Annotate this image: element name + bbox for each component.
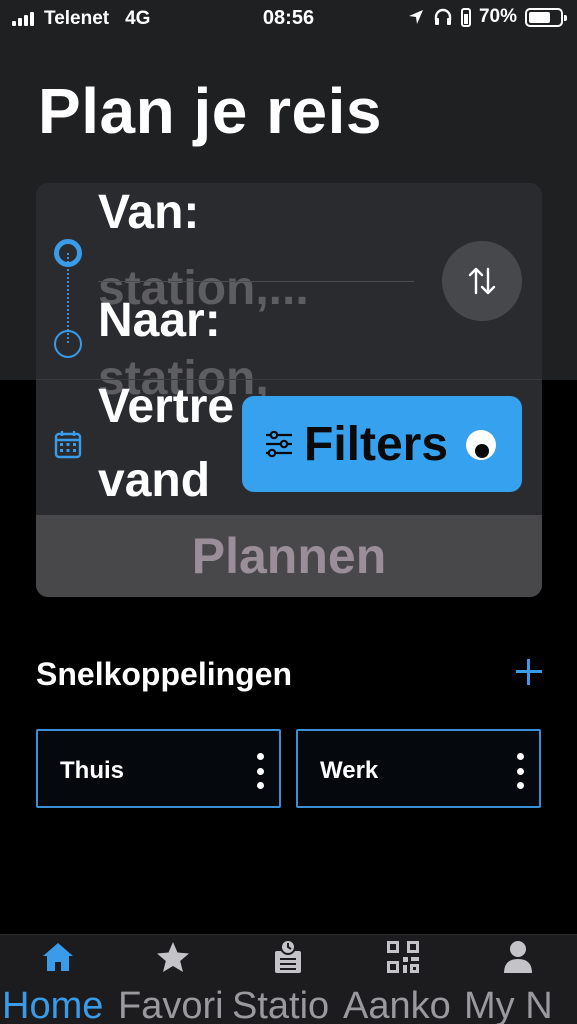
shortcut-label: Werk <box>320 757 379 784</box>
add-shortcut-button[interactable] <box>512 655 546 689</box>
tab-label: Aanko <box>343 985 451 1024</box>
tab-label: Statio <box>232 985 330 1024</box>
status-right: 70% <box>407 6 567 28</box>
from-circle-icon <box>54 239 82 267</box>
from-label: Van: <box>98 186 200 239</box>
plan-button[interactable]: Plannen <box>36 515 542 597</box>
sliders-icon <box>266 430 292 458</box>
tab-home[interactable]: Home <box>0 935 115 1024</box>
battery-small-icon <box>460 8 471 27</box>
station-icon <box>269 937 307 977</box>
swap-stations-button[interactable] <box>442 241 522 321</box>
filters-indicator-icon <box>466 430 496 460</box>
tab-label: My N <box>464 985 553 1024</box>
swap-arrows-icon <box>468 267 496 295</box>
battery-percent: 70% <box>478 6 517 27</box>
departure-value[interactable]: vand <box>98 453 210 508</box>
tab-stations[interactable]: Statio <box>230 935 345 1024</box>
shortcut-label: Thuis <box>60 757 124 784</box>
tab-purchases[interactable]: Aanko <box>343 935 460 1024</box>
filters-label: Filters <box>304 417 449 471</box>
shortcut-card-thuis[interactable]: Thuis <box>36 729 281 808</box>
more-options-icon[interactable] <box>515 753 525 789</box>
qr-icon <box>384 937 422 977</box>
filters-button[interactable]: Filters <box>242 396 522 492</box>
tab-bar: Home Favori Statio Aanko My N <box>0 934 577 1024</box>
headphones-icon <box>434 8 452 25</box>
tab-favorites[interactable]: Favori <box>115 935 230 1024</box>
shortcut-card-werk[interactable]: Werk <box>296 729 541 808</box>
star-icon <box>154 937 192 977</box>
location-arrow-icon <box>408 10 423 24</box>
tab-label: Home <box>2 985 104 1024</box>
trip-planner-card: station,... Van: station, Naar: Vertre v… <box>36 183 542 597</box>
tab-label: Favori <box>118 985 224 1024</box>
page-title: Plan je reis <box>38 75 382 147</box>
departure-label[interactable]: Vertre <box>98 379 234 434</box>
shortcuts-title: Snelkoppelingen <box>36 656 293 692</box>
home-icon <box>39 937 77 977</box>
calendar-icon <box>54 431 82 459</box>
to-circle-icon <box>54 330 82 358</box>
tab-my-ns[interactable]: My N <box>460 935 575 1024</box>
user-icon <box>499 937 537 977</box>
status-bar: Telenet 4G 08:56 70% <box>0 0 577 38</box>
battery-icon <box>525 7 567 27</box>
plan-button-label: Plannen <box>191 528 387 584</box>
to-label: Naar: <box>98 294 221 347</box>
field-divider <box>98 281 414 282</box>
more-options-icon[interactable] <box>255 753 265 789</box>
